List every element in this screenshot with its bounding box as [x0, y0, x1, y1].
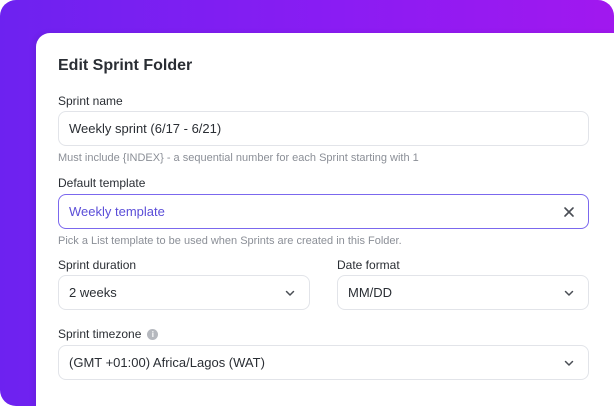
- default-template-label: Default template: [58, 176, 146, 190]
- chevron-down-icon: [560, 354, 578, 372]
- sprint-name-label: Sprint name: [58, 94, 123, 108]
- sprint-timezone-label: Sprint timezone: [58, 327, 142, 341]
- chevron-down-icon: [281, 284, 299, 302]
- sprint-duration-value: 2 weeks: [69, 285, 117, 300]
- sprint-name-helper: Must include {INDEX} - a sequential numb…: [58, 152, 419, 164]
- sprint-timezone-select[interactable]: (GMT +01:00) Africa/Lagos (WAT): [58, 345, 589, 380]
- sprint-name-input[interactable]: Weekly sprint (6/17 - 6/21): [58, 111, 589, 146]
- dialog-title: Edit Sprint Folder: [58, 57, 193, 74]
- sprint-timezone-label-row: Sprint timezone i: [58, 327, 159, 341]
- date-format-select[interactable]: MM/DD: [337, 275, 589, 310]
- sprint-duration-select[interactable]: 2 weeks: [58, 275, 310, 310]
- sprint-timezone-value: (GMT +01:00) Africa/Lagos (WAT): [69, 355, 265, 370]
- edit-sprint-folder-dialog: Edit Sprint Folder Sprint name Weekly sp…: [36, 33, 614, 406]
- info-icon[interactable]: i: [147, 328, 159, 340]
- sprint-name-value: Weekly sprint (6/17 - 6/21): [69, 121, 222, 136]
- default-template-value: Weekly template: [69, 204, 165, 219]
- default-template-helper: Pick a List template to be used when Spr…: [58, 235, 402, 247]
- default-template-select[interactable]: Weekly template: [58, 194, 589, 229]
- date-format-value: MM/DD: [348, 285, 393, 300]
- close-icon[interactable]: [560, 203, 578, 221]
- date-format-label: Date format: [337, 258, 400, 272]
- background-frame: Edit Sprint Folder Sprint name Weekly sp…: [0, 0, 614, 406]
- chevron-down-icon: [560, 284, 578, 302]
- sprint-duration-label: Sprint duration: [58, 258, 137, 272]
